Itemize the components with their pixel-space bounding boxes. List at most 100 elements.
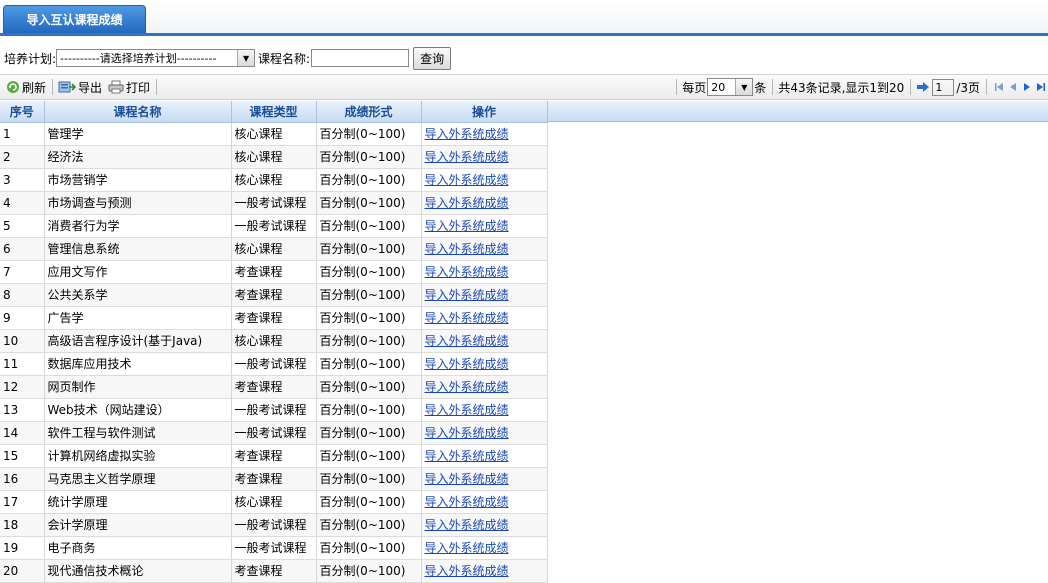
table-row[interactable]: 13 Web技术（网站建设） 一般考试课程 百分制(0~100) 导入外系统成绩 bbox=[0, 398, 548, 422]
cell-index: 13 bbox=[0, 398, 45, 422]
cell-score-form: 百分制(0~100) bbox=[316, 559, 422, 583]
cell-score-form: 百分制(0~100) bbox=[316, 421, 422, 445]
cell-course-name: 市场调查与预测 bbox=[44, 191, 232, 215]
cell-course-type: 一般考试课程 bbox=[231, 536, 317, 560]
cell-course-name: 网页制作 bbox=[44, 375, 232, 399]
cell-course-type: 一般考试课程 bbox=[231, 421, 317, 445]
cell-course-type: 考查课程 bbox=[231, 283, 317, 307]
cell-score-form: 百分制(0~100) bbox=[316, 329, 422, 353]
page-total: /3页 bbox=[956, 80, 980, 95]
import-scores-link[interactable]: 导入外系统成绩 bbox=[425, 403, 509, 417]
cell-score-form: 百分制(0~100) bbox=[316, 444, 422, 468]
table-row[interactable]: 9 广告学 考查课程 百分制(0~100) 导入外系统成绩 bbox=[0, 306, 548, 330]
cell-action: 导入外系统成绩 bbox=[421, 214, 548, 238]
plan-select[interactable]: ----------请选择培养计划---------- ▼ bbox=[56, 49, 256, 67]
import-scores-link[interactable]: 导入外系统成绩 bbox=[425, 564, 509, 578]
course-table: 序号 课程名称 课程类型 成绩形式 操作 1 管理学 核心课程 百分制(0~100) 导… bbox=[0, 101, 548, 583]
table-row[interactable]: 19 电子商务 一般考试课程 百分制(0~100) 导入外系统成绩 bbox=[0, 536, 548, 560]
table-row[interactable]: 17 统计学原理 核心课程 百分制(0~100) 导入外系统成绩 bbox=[0, 490, 548, 514]
table-row[interactable]: 18 会计学原理 一般考试课程 百分制(0~100) 导入外系统成绩 bbox=[0, 513, 548, 537]
col-header-action[interactable]: 操作 bbox=[421, 101, 548, 123]
pager-separator bbox=[910, 79, 912, 95]
import-scores-link[interactable]: 导入外系统成绩 bbox=[425, 150, 509, 164]
table-row[interactable]: 14 软件工程与软件测试 一般考试课程 百分制(0~100) 导入外系统成绩 bbox=[0, 421, 548, 445]
chevron-down-icon[interactable]: ▼ bbox=[237, 50, 255, 66]
import-scores-link[interactable]: 导入外系统成绩 bbox=[425, 357, 509, 371]
import-scores-link[interactable]: 导入外系统成绩 bbox=[425, 311, 509, 325]
cell-course-type: 核心课程 bbox=[231, 329, 317, 353]
col-header-course-name[interactable]: 课程名称 bbox=[44, 101, 232, 123]
print-button[interactable]: 打印 bbox=[108, 79, 150, 96]
table-row[interactable]: 3 市场营销学 核心课程 百分制(0~100) 导入外系统成绩 bbox=[0, 168, 548, 192]
import-scores-link[interactable]: 导入外系统成绩 bbox=[425, 449, 509, 463]
pager-separator bbox=[772, 79, 774, 95]
import-scores-link[interactable]: 导入外系统成绩 bbox=[425, 426, 509, 440]
cell-index: 12 bbox=[0, 375, 45, 399]
col-header-index[interactable]: 序号 bbox=[0, 101, 45, 123]
import-scores-link[interactable]: 导入外系统成绩 bbox=[425, 173, 509, 187]
table-row[interactable]: 15 计算机网络虚拟实验 考查课程 百分制(0~100) 导入外系统成绩 bbox=[0, 444, 548, 468]
table-row[interactable]: 5 消费者行为学 一般考试课程 百分制(0~100) 导入外系统成绩 bbox=[0, 214, 548, 238]
cell-action: 导入外系统成绩 bbox=[421, 306, 548, 330]
chevron-down-icon[interactable]: ▼ bbox=[735, 79, 753, 95]
table-row[interactable]: 4 市场调查与预测 一般考试课程 百分制(0~100) 导入外系统成绩 bbox=[0, 191, 548, 215]
cell-score-form: 百分制(0~100) bbox=[316, 306, 422, 330]
page-number-input[interactable]: 1 bbox=[932, 78, 955, 96]
cell-course-name: 统计学原理 bbox=[44, 490, 232, 514]
prev-page-icon[interactable] bbox=[1006, 82, 1020, 92]
import-scores-link[interactable]: 导入外系统成绩 bbox=[425, 495, 509, 509]
import-scores-link[interactable]: 导入外系统成绩 bbox=[425, 288, 509, 302]
import-scores-link[interactable]: 导入外系统成绩 bbox=[425, 265, 509, 279]
import-scores-link[interactable]: 导入外系统成绩 bbox=[425, 219, 509, 233]
course-name-input[interactable] bbox=[311, 49, 410, 67]
col-header-course-type[interactable]: 课程类型 bbox=[231, 101, 317, 123]
toolbar-separator bbox=[52, 79, 54, 95]
go-page-icon[interactable] bbox=[916, 81, 930, 93]
cell-score-form: 百分制(0~100) bbox=[316, 237, 422, 261]
cell-index: 10 bbox=[0, 329, 45, 353]
refresh-icon bbox=[7, 81, 19, 93]
table-row[interactable]: 12 网页制作 考查课程 百分制(0~100) 导入外系统成绩 bbox=[0, 375, 548, 399]
import-scores-link[interactable]: 导入外系统成绩 bbox=[425, 472, 509, 486]
cell-index: 6 bbox=[0, 237, 45, 261]
cell-action: 导入外系统成绩 bbox=[421, 191, 548, 215]
last-page-icon[interactable] bbox=[1034, 82, 1048, 92]
import-scores-link[interactable]: 导入外系统成绩 bbox=[425, 334, 509, 348]
query-button[interactable]: 查询 bbox=[413, 46, 452, 70]
import-scores-link[interactable]: 导入外系统成绩 bbox=[425, 242, 509, 256]
import-scores-link[interactable]: 导入外系统成绩 bbox=[425, 380, 509, 394]
table-row[interactable]: 16 马克思主义哲学原理 考查课程 百分制(0~100) 导入外系统成绩 bbox=[0, 467, 548, 491]
export-button[interactable]: 导出 bbox=[58, 79, 102, 96]
tab-import-course-scores[interactable]: 导入互认课程成绩 bbox=[3, 5, 146, 33]
refresh-button[interactable]: 刷新 bbox=[6, 79, 46, 96]
table-row[interactable]: 7 应用文写作 考查课程 百分制(0~100) 导入外系统成绩 bbox=[0, 260, 548, 284]
cell-score-form: 百分制(0~100) bbox=[316, 490, 422, 514]
cell-index: 16 bbox=[0, 467, 45, 491]
cell-action: 导入外系统成绩 bbox=[421, 490, 548, 514]
per-page-unit: 条 bbox=[754, 80, 767, 95]
cell-course-type: 核心课程 bbox=[231, 145, 317, 169]
table-row[interactable]: 6 管理信息系统 核心课程 百分制(0~100) 导入外系统成绩 bbox=[0, 237, 548, 261]
cell-course-name: 经济法 bbox=[44, 145, 232, 169]
cell-course-type: 一般考试课程 bbox=[231, 513, 317, 537]
import-scores-link[interactable]: 导入外系统成绩 bbox=[425, 127, 509, 141]
print-label: 打印 bbox=[126, 80, 151, 95]
cell-action: 导入外系统成绩 bbox=[421, 237, 548, 261]
table-row[interactable]: 10 高级语言程序设计(基于Java) 核心课程 百分制(0~100) 导入外系统成绩 bbox=[0, 329, 548, 353]
table-row[interactable]: 11 数据库应用技术 一般考试课程 百分制(0~100) 导入外系统成绩 bbox=[0, 352, 548, 376]
first-page-icon[interactable] bbox=[992, 82, 1006, 92]
cell-course-type: 一般考试课程 bbox=[231, 214, 317, 238]
table-row[interactable]: 2 经济法 核心课程 百分制(0~100) 导入外系统成绩 bbox=[0, 145, 548, 169]
cell-action: 导入外系统成绩 bbox=[421, 352, 548, 376]
table-row[interactable]: 20 现代通信技术概论 考查课程 百分制(0~100) 导入外系统成绩 bbox=[0, 559, 548, 583]
col-header-score-form[interactable]: 成绩形式 bbox=[316, 101, 422, 123]
import-scores-link[interactable]: 导入外系统成绩 bbox=[425, 518, 509, 532]
per-page-select[interactable]: 20 ▼ bbox=[707, 78, 754, 96]
import-scores-link[interactable]: 导入外系统成绩 bbox=[425, 196, 509, 210]
import-scores-link[interactable]: 导入外系统成绩 bbox=[425, 541, 509, 555]
cell-index: 20 bbox=[0, 559, 45, 583]
table-row[interactable]: 1 管理学 核心课程 百分制(0~100) 导入外系统成绩 bbox=[0, 122, 548, 146]
table-row[interactable]: 8 公共关系学 考查课程 百分制(0~100) 导入外系统成绩 bbox=[0, 283, 548, 307]
next-page-icon[interactable] bbox=[1020, 82, 1034, 92]
cell-course-name: 电子商务 bbox=[44, 536, 232, 560]
